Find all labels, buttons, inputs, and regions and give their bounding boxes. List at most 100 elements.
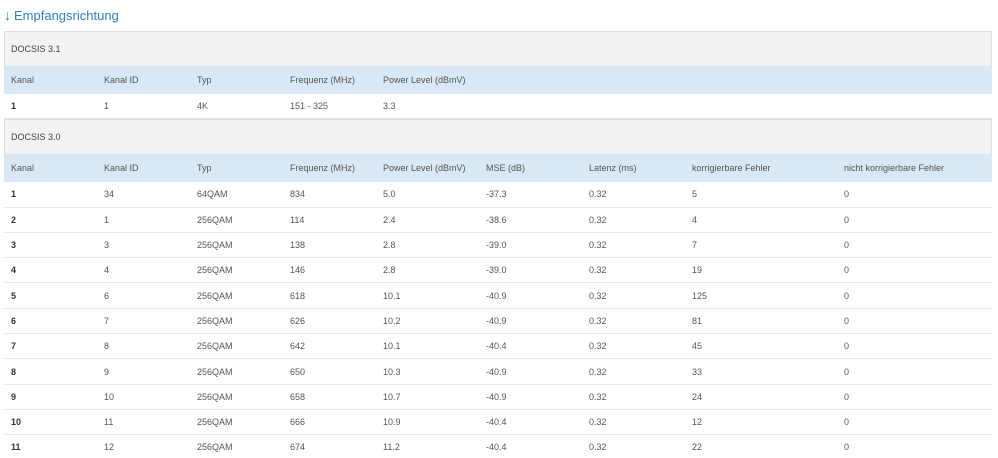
table-row: 9 10 256QAM 658 10.7 -40.9 0.32 24 0 bbox=[4, 385, 992, 410]
cell-kanal-id: 34 bbox=[104, 189, 115, 200]
cell-kanal-id: 12 bbox=[104, 442, 115, 453]
column-header-kanal: Kanal bbox=[11, 75, 35, 85]
cell-nicht-korrigierbare-fehler: 0 bbox=[844, 240, 850, 251]
column-header-mse: MSE (dB) bbox=[486, 163, 526, 174]
channel-table: DOCSIS 3.1 Kanal Kanal ID Typ Frequenz (MHz… bbox=[4, 31, 992, 458]
cell-kanal-id: 6 bbox=[104, 290, 110, 301]
cell-frequenz: 674 bbox=[290, 442, 306, 453]
column-header-korrigierbare-fehler: korrigierbare Fehler bbox=[692, 163, 771, 174]
cell-typ: 256QAM bbox=[197, 290, 233, 301]
cell-nicht-korrigierbare-fehler: 0 bbox=[844, 315, 850, 326]
table-row: 5 6 256QAM 618 10.1 -40.9 0.32 125 0 bbox=[4, 283, 992, 309]
cell-mse: -40.4 bbox=[486, 417, 507, 428]
cell-kanal-id: 8 bbox=[104, 341, 110, 352]
cell-korrigierbare-fehler: 19 bbox=[692, 265, 703, 276]
cell-power-level: 2.8 bbox=[383, 240, 396, 251]
cell-latenz: 0.32 bbox=[589, 189, 607, 200]
cell-kanal-id: 10 bbox=[104, 391, 115, 402]
docsis31-rows: 1 1 4K 151 - 325 3.3 bbox=[4, 94, 992, 120]
table-row: 11 12 256QAM 674 11.2 -40.4 0.32 22 0 bbox=[4, 435, 992, 458]
cell-frequenz: 618 bbox=[290, 290, 306, 301]
cell-frequenz: 666 bbox=[290, 417, 306, 428]
cell-korrigierbare-fehler: 33 bbox=[692, 366, 703, 377]
cell-korrigierbare-fehler: 81 bbox=[692, 315, 703, 326]
cell-typ: 64QAM bbox=[197, 189, 228, 200]
cell-kanal: 2 bbox=[11, 214, 17, 225]
table-row: 6 7 256QAM 626 10.2 -40.9 0.32 81 0 bbox=[4, 309, 992, 335]
column-header-latenz: Latenz (ms) bbox=[589, 163, 637, 174]
cell-latenz: 0.32 bbox=[589, 341, 607, 352]
column-header-power-level: Power Level (dBmV) bbox=[383, 163, 466, 174]
cell-kanal: 6 bbox=[11, 315, 17, 326]
cell-typ: 256QAM bbox=[197, 214, 233, 225]
table-row: 8 9 256QAM 650 10.3 -40.9 0.32 33 0 bbox=[4, 359, 992, 385]
cell-power-level: 10.1 bbox=[383, 290, 401, 301]
cell-frequenz: 146 bbox=[290, 265, 306, 276]
cell-kanal: 5 bbox=[11, 290, 17, 301]
cell-korrigierbare-fehler: 125 bbox=[692, 290, 708, 301]
cell-kanal-id: 1 bbox=[104, 101, 110, 112]
arrow-down-icon: ↓ bbox=[4, 7, 11, 23]
docsis30-label: DOCSIS 3.0 bbox=[11, 132, 61, 143]
cell-power-level: 10.7 bbox=[383, 391, 401, 402]
cell-nicht-korrigierbare-fehler: 0 bbox=[844, 341, 850, 352]
cell-kanal-id: 3 bbox=[104, 240, 110, 251]
table-row: 10 11 256QAM 666 10.9 -40.4 0.32 12 0 bbox=[4, 410, 992, 436]
cell-typ: 256QAM bbox=[197, 391, 233, 402]
docsis30-header-row: Kanal Kanal ID Typ Frequenz (MHz) Power Leve… bbox=[4, 154, 992, 183]
cell-korrigierbare-fehler: 5 bbox=[692, 189, 698, 200]
cell-kanal-id: 4 bbox=[104, 265, 110, 276]
cell-korrigierbare-fehler: 12 bbox=[692, 417, 703, 428]
cell-kanal: 4 bbox=[11, 265, 17, 276]
cell-typ: 256QAM bbox=[197, 366, 233, 377]
cell-typ: 256QAM bbox=[197, 240, 233, 251]
cell-typ: 4K bbox=[197, 101, 209, 112]
cell-korrigierbare-fehler: 45 bbox=[692, 341, 703, 352]
cell-kanal: 11 bbox=[11, 442, 21, 453]
table-row: 3 3 256QAM 138 2.8 -39.0 0.32 7 0 bbox=[4, 233, 992, 259]
cell-nicht-korrigierbare-fehler: 0 bbox=[844, 366, 850, 377]
docsis31-group-header: DOCSIS 3.1 bbox=[4, 31, 992, 66]
cell-nicht-korrigierbare-fehler: 0 bbox=[844, 391, 850, 402]
cell-frequenz: 658 bbox=[290, 391, 306, 402]
cell-latenz: 0.32 bbox=[589, 315, 607, 326]
cell-typ: 256QAM bbox=[197, 442, 233, 453]
cell-frequenz: 138 bbox=[290, 240, 306, 251]
cell-typ: 256QAM bbox=[197, 417, 233, 428]
table-row: 1 34 64QAM 834 5.0 -37.3 0.32 5 0 bbox=[4, 182, 992, 208]
cell-mse: -40.4 bbox=[486, 341, 507, 352]
cell-frequenz: 834 bbox=[290, 189, 306, 200]
cell-korrigierbare-fehler: 7 bbox=[692, 240, 698, 251]
cell-latenz: 0.32 bbox=[589, 265, 607, 276]
cell-nicht-korrigierbare-fehler: 0 bbox=[844, 417, 850, 428]
cell-latenz: 0.32 bbox=[589, 240, 607, 251]
cell-latenz: 0.32 bbox=[589, 366, 607, 377]
table-row: 7 8 256QAM 642 10.1 -40.4 0.32 45 0 bbox=[4, 334, 992, 360]
cell-kanal-id: 11 bbox=[104, 417, 114, 428]
page: ↓ Empfangsrichtung DOCSIS 3.1 Kanal Kanal… bbox=[0, 0, 998, 458]
cell-power-level: 11.2 bbox=[383, 442, 400, 453]
table-row: 4 4 256QAM 146 2.8 -39.0 0.32 19 0 bbox=[4, 258, 992, 284]
cell-mse: -40.4 bbox=[486, 442, 507, 453]
cell-mse: -37.3 bbox=[486, 189, 507, 200]
section-title[interactable]: ↓ Empfangsrichtung bbox=[4, 6, 119, 24]
table-row: 1 1 4K 151 - 325 3.3 bbox=[4, 94, 992, 120]
cell-kanal-id: 1 bbox=[104, 214, 110, 225]
cell-typ: 256QAM bbox=[197, 265, 233, 276]
cell-typ: 256QAM bbox=[197, 341, 233, 352]
cell-latenz: 0.32 bbox=[589, 417, 607, 428]
column-header-frequenz: Frequenz (MHz) bbox=[290, 163, 356, 174]
cell-power-level: 3.3 bbox=[383, 101, 396, 112]
cell-mse: -38.6 bbox=[486, 214, 507, 225]
docsis30-rows: 1 34 64QAM 834 5.0 -37.3 0.32 5 0 2 1 256QAM 114 2.4-… bbox=[4, 182, 992, 458]
cell-power-level: 5.0 bbox=[383, 189, 396, 200]
cell-kanal: 8 bbox=[11, 366, 17, 377]
cell-mse: -39.0 bbox=[486, 265, 507, 276]
cell-nicht-korrigierbare-fehler: 0 bbox=[844, 189, 850, 200]
column-header-frequenz: Frequenz (MHz) bbox=[290, 75, 356, 85]
cell-kanal: 1 bbox=[11, 101, 17, 112]
docsis30-group-header: DOCSIS 3.0 bbox=[4, 119, 992, 155]
cell-nicht-korrigierbare-fehler: 0 bbox=[844, 214, 850, 225]
column-header-typ: Typ bbox=[197, 163, 212, 174]
cell-mse: -39.0 bbox=[486, 240, 507, 251]
